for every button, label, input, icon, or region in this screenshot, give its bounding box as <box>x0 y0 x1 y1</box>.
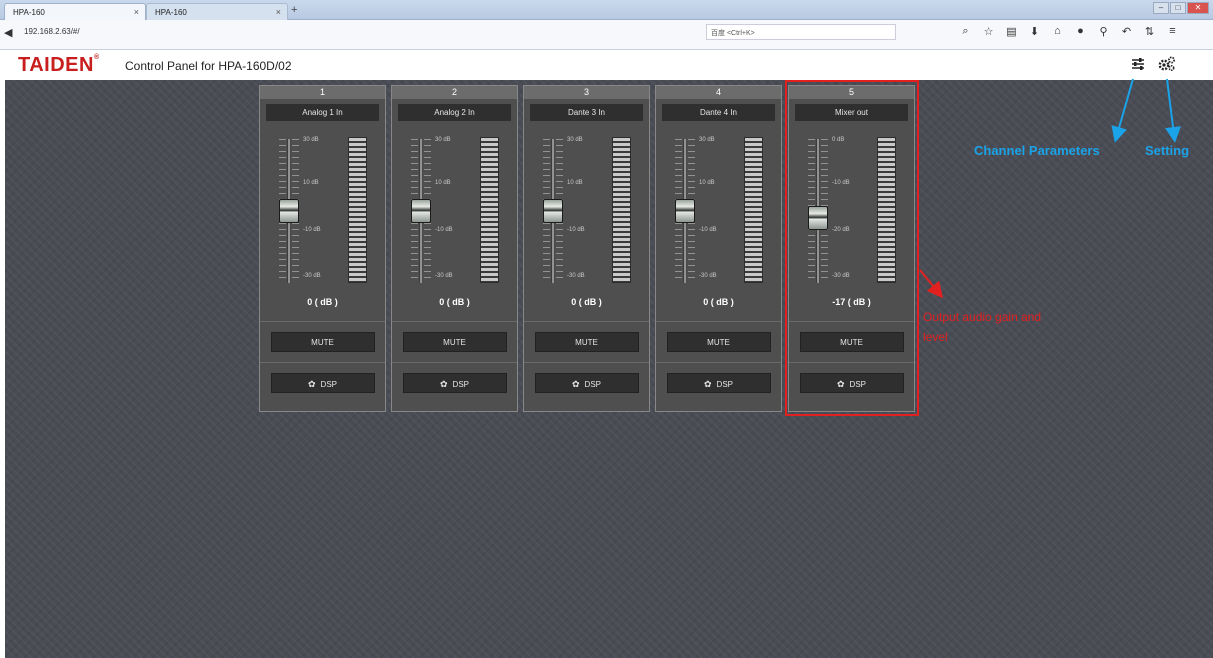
output-highlight-box <box>785 80 919 416</box>
channel-number: 3 <box>524 86 649 99</box>
fader-knob[interactable] <box>543 199 563 223</box>
output-annotation: Output audio gain and level <box>923 310 1042 344</box>
user-icon[interactable]: ⚲ <box>1098 25 1109 38</box>
channel-number: 2 <box>392 86 517 99</box>
gears-icon[interactable] <box>1158 56 1176 74</box>
browser-tab-bar: HPA-160 × HPA-160 × + – □ ✕ <box>0 0 1213 20</box>
gear-icon: ✿ <box>440 379 448 389</box>
gear-icon: ✿ <box>308 379 316 389</box>
close-window-icon[interactable]: ✕ <box>1187 2 1209 14</box>
gain-value: 0 ( dB ) <box>439 297 470 307</box>
search-input[interactable]: 百度 <Ctrl+K> <box>706 24 896 40</box>
new-tab-button[interactable]: + <box>291 4 297 16</box>
library-icon[interactable]: ▤ <box>1006 25 1017 38</box>
fader-knob[interactable] <box>675 199 695 223</box>
channel-name[interactable]: Dante 3 In <box>530 104 643 121</box>
gain-value: 0 ( dB ) <box>307 297 338 307</box>
sliders-icon[interactable] <box>1129 56 1147 74</box>
mute-button[interactable]: MUTE <box>270 332 375 352</box>
channel-strip-3: 3 Dante 3 In 30 dB 10 dB -10 dB -30 dB 0… <box>523 85 650 412</box>
browser-toolbar-icons: ⌕ ☆ ▤ ⬇ ⌂ ● ⚲ ↶ ⇅ ≡ <box>960 25 1178 38</box>
gain-value: 0 ( dB ) <box>571 297 602 307</box>
url-bar[interactable]: 192.168.2.63/#/ <box>20 24 700 40</box>
channel-name[interactable]: Dante 4 In <box>662 104 775 121</box>
back-arrow-icon[interactable]: ◀ <box>4 26 20 42</box>
level-meter <box>348 137 367 283</box>
fader: 30 dB 10 dB -10 dB -30 dB <box>260 137 385 295</box>
level-meter <box>612 137 631 283</box>
tab-label: HPA-160 <box>155 8 187 17</box>
minimize-icon[interactable]: – <box>1153 2 1169 14</box>
dsp-button[interactable]: ✿ DSP <box>534 373 639 393</box>
maximize-icon[interactable]: □ <box>1170 2 1186 14</box>
fader: 30 dB 10 dB -10 dB -30 dB <box>392 137 517 295</box>
page-title: Control Panel for HPA-160D/02 <box>125 59 292 73</box>
gain-value: 0 ( dB ) <box>703 297 734 307</box>
bookmark-star-icon[interactable]: ☆ <box>983 25 994 38</box>
channel-strip-4: 4 Dante 4 In 30 dB 10 dB -10 dB -30 dB 0… <box>655 85 782 412</box>
window-controls: – □ ✕ <box>1153 2 1209 14</box>
channel-number: 1 <box>260 86 385 99</box>
browser-tab-1[interactable]: HPA-160 × <box>4 3 146 20</box>
fader-knob[interactable] <box>279 199 299 223</box>
mute-button[interactable]: MUTE <box>666 332 771 352</box>
browser-nav-bar: ◀ 192.168.2.63/#/ 百度 <Ctrl+K> ⌕ ☆ ▤ ⬇ ⌂ … <box>0 20 1213 50</box>
chat-icon[interactable]: ● <box>1075 25 1086 38</box>
fader-knob[interactable] <box>411 199 431 223</box>
mixer-panel: 1 Analog 1 In 30 dB 10 dB -10 dB -30 dB … <box>5 80 1213 658</box>
mute-button[interactable]: MUTE <box>534 332 639 352</box>
channel-name[interactable]: Analog 2 In <box>398 104 511 121</box>
channel-strip-2: 2 Analog 2 In 30 dB 10 dB -10 dB -30 dB … <box>391 85 518 412</box>
extensions-icon[interactable]: ⇅ <box>1144 25 1155 38</box>
undo-icon[interactable]: ↶ <box>1121 25 1132 38</box>
taiden-logo: TAIDEN® <box>18 54 100 76</box>
gear-icon: ✿ <box>572 379 580 389</box>
fader: 30 dB 10 dB -10 dB -30 dB <box>656 137 781 295</box>
tab-close-icon[interactable]: × <box>134 7 139 17</box>
download-icon[interactable]: ⬇ <box>1029 25 1040 38</box>
level-meter <box>480 137 499 283</box>
dsp-button[interactable]: ✿ DSP <box>666 373 771 393</box>
channel-number: 4 <box>656 86 781 99</box>
tab-label: HPA-160 <box>13 8 45 17</box>
level-meter <box>744 137 763 283</box>
channel-parameters-annotation: Channel Parameters <box>974 143 1100 158</box>
channel-strip-1: 1 Analog 1 In 30 dB 10 dB -10 dB -30 dB … <box>259 85 386 412</box>
search-icon[interactable]: ⌕ <box>960 25 971 38</box>
tab-close-icon[interactable]: × <box>276 7 281 17</box>
home-icon[interactable]: ⌂ <box>1052 25 1063 38</box>
app-header: TAIDEN® Control Panel for HPA-160D/02 <box>0 50 1213 80</box>
browser-tab-2[interactable]: HPA-160 × <box>146 3 288 20</box>
channel-name[interactable]: Analog 1 In <box>266 104 379 121</box>
mute-button[interactable]: MUTE <box>402 332 507 352</box>
dsp-button[interactable]: ✿ DSP <box>270 373 375 393</box>
menu-icon[interactable]: ≡ <box>1167 25 1178 38</box>
setting-annotation: Setting <box>1145 143 1190 158</box>
fader: 30 dB 10 dB -10 dB -30 dB <box>524 137 649 295</box>
gear-icon: ✿ <box>704 379 712 389</box>
dsp-button[interactable]: ✿ DSP <box>402 373 507 393</box>
